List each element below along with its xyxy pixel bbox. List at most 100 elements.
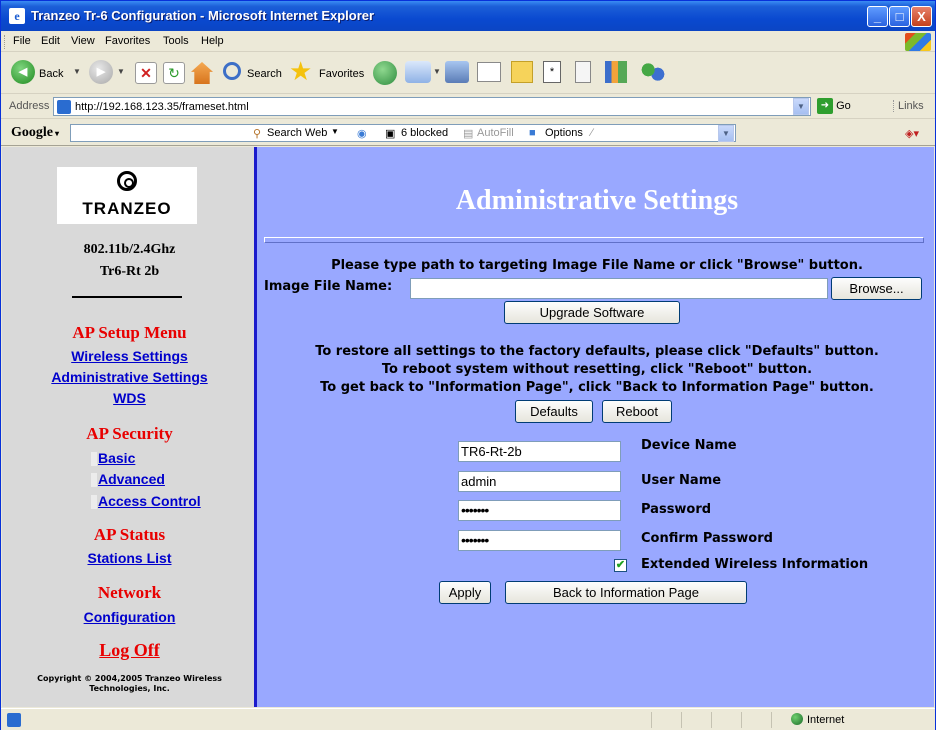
address-dropdown-icon[interactable]: ▼ [793, 98, 809, 115]
standard-toolbar: ◀ Back ▼ ▶ ▼ ✕ ↻ Search ★ Favorites ▼ * [1, 53, 935, 94]
edit-icon[interactable] [477, 62, 501, 82]
search-web-button[interactable]: Search Web [267, 127, 327, 139]
discuss-icon[interactable] [511, 61, 533, 83]
popup-blocker-icon: ▣ [385, 128, 396, 140]
links-label[interactable]: Links [893, 100, 924, 112]
home-icon[interactable] [191, 62, 213, 84]
search-icon[interactable] [223, 62, 241, 80]
basic-bullet-icon [91, 452, 97, 466]
zone-label: Internet [807, 714, 845, 726]
mail-icon[interactable] [405, 61, 431, 83]
back-to-information-button[interactable]: Back to Information Page [505, 581, 747, 604]
menu-grip-icon [4, 35, 7, 49]
log-off-link[interactable]: Log Off [2, 640, 257, 661]
model-line-2: Tr6-Rt 2b [99, 264, 160, 279]
menu-tools[interactable]: Tools [163, 35, 189, 47]
pagerank-icon[interactable]: ◉ [357, 127, 367, 140]
toolbar-tools-icon[interactable] [605, 61, 627, 83]
close-button[interactable]: X [911, 6, 932, 27]
popup-blocked-count[interactable]: 6 blocked [401, 127, 448, 139]
history-icon[interactable] [373, 61, 397, 85]
administrative-settings-link[interactable]: Administrative Settings [2, 369, 257, 385]
image-file-input[interactable] [410, 278, 828, 299]
user-name-input[interactable]: admin [458, 471, 621, 492]
restore-instruction-1: To restore all settings to the factory d… [315, 344, 879, 359]
confirm-password-input[interactable]: ••••••• [458, 530, 621, 551]
configuration-link[interactable]: Configuration [2, 609, 257, 625]
ap-status-heading: AP Status [93, 525, 166, 544]
favorites-label[interactable]: Favorites [319, 68, 364, 80]
browse-button[interactable]: Browse... [831, 277, 922, 300]
browser-window: e Tranzeo Tr-6 Configuration - Microsoft… [0, 0, 936, 730]
forward-dropdown-icon[interactable]: ▼ [117, 67, 125, 76]
stop-icon[interactable]: ✕ [135, 62, 157, 84]
page-title: Administrative Settings [455, 185, 739, 216]
reboot-button[interactable]: Reboot [602, 400, 672, 423]
binoculars-icon[interactable]: ⚲ [253, 127, 261, 140]
messenger-people-icon[interactable] [641, 61, 665, 83]
address-url[interactable]: http://192.168.123.35/frameset.html [75, 101, 249, 113]
password-input[interactable]: ••••••• [458, 500, 621, 521]
basic-link[interactable]: Basic [98, 450, 135, 466]
wireless-settings-link[interactable]: Wireless Settings [2, 348, 257, 364]
access-control-link[interactable]: Access Control [98, 493, 201, 509]
forward-arrow-icon[interactable]: ▶ [89, 60, 113, 84]
copyright: Copyright © 2004,2005 Tranzeo Wireless T… [2, 674, 257, 694]
defaults-button[interactable]: Defaults [515, 400, 593, 423]
ap-security-heading: AP Security [86, 424, 173, 443]
refresh-icon[interactable]: ↻ [163, 62, 185, 84]
confirm-password-label: Confirm Password [641, 531, 773, 546]
options-icon: ■ [529, 127, 536, 139]
translate-icon[interactable]: ◈▾ [905, 127, 919, 140]
status-divider [681, 712, 682, 728]
address-input[interactable]: http://192.168.123.35/frameset.html ▼ [53, 97, 811, 116]
options-button[interactable]: Options [545, 127, 583, 139]
wds-link[interactable]: WDS [2, 390, 257, 406]
go-arrow-icon: ➜ [817, 98, 833, 114]
address-label: Address [9, 100, 50, 112]
search-web-dropdown-icon[interactable]: ▼ [331, 127, 339, 136]
maximize-button[interactable]: □ [889, 6, 910, 27]
back-dropdown-icon[interactable]: ▼ [73, 67, 81, 76]
research-icon[interactable] [575, 61, 591, 83]
network-heading: Network [97, 583, 162, 602]
back-label[interactable]: Back [39, 68, 63, 80]
apply-button[interactable]: Apply [439, 581, 491, 604]
menu-edit[interactable]: Edit [41, 35, 60, 47]
print-icon[interactable] [445, 61, 469, 83]
go-button[interactable]: ➜ Go [817, 98, 871, 116]
search-label[interactable]: Search [247, 68, 282, 80]
extended-info-label: Extended Wireless Information [641, 557, 869, 572]
status-divider [711, 712, 712, 728]
status-bar: Internet [1, 708, 935, 730]
advanced-link[interactable]: Advanced [98, 471, 165, 487]
tranzeo-logo: TRANZEO [57, 167, 197, 224]
back-arrow-icon[interactable]: ◀ [11, 60, 35, 84]
internet-globe-icon [791, 713, 803, 725]
google-search-dropdown-icon[interactable]: ▼ [718, 125, 734, 142]
ap-setup-menu-heading: AP Setup Menu [72, 323, 187, 342]
highlighter-icon[interactable]: ∕ [591, 127, 593, 139]
upgrade-software-button[interactable]: Upgrade Software [504, 301, 680, 324]
messenger-icon[interactable]: * [543, 61, 561, 83]
page-icon [57, 100, 71, 114]
menu-favorites[interactable]: Favorites [105, 35, 150, 47]
device-name-input[interactable]: TR6-Rt-2b [458, 441, 621, 462]
model-line-1: 802.11b/2.4Ghz [83, 242, 176, 257]
google-logo[interactable]: Google ▾ [11, 125, 59, 141]
menu-file[interactable]: File [13, 35, 31, 47]
access-control-bullet-icon [91, 495, 97, 509]
favorites-star-icon[interactable]: ★ [289, 58, 312, 84]
autofill-button[interactable]: AutoFill [477, 127, 514, 139]
google-logo-text: Google [11, 125, 53, 140]
menu-view[interactable]: View [71, 35, 95, 47]
copyright-line-1: Copyright © 2004,2005 Tranzeo Wireless [37, 674, 222, 683]
mail-dropdown-icon[interactable]: ▼ [433, 67, 441, 76]
extended-info-checkbox[interactable]: ✔ [614, 559, 627, 572]
stations-list-link[interactable]: Stations List [2, 550, 257, 566]
minimize-button[interactable]: _ [867, 6, 888, 27]
status-divider [771, 712, 772, 728]
address-bar: Address http://192.168.123.35/frameset.h… [1, 95, 935, 119]
tranzeo-swirl-icon [117, 171, 137, 191]
menu-help[interactable]: Help [201, 35, 224, 47]
